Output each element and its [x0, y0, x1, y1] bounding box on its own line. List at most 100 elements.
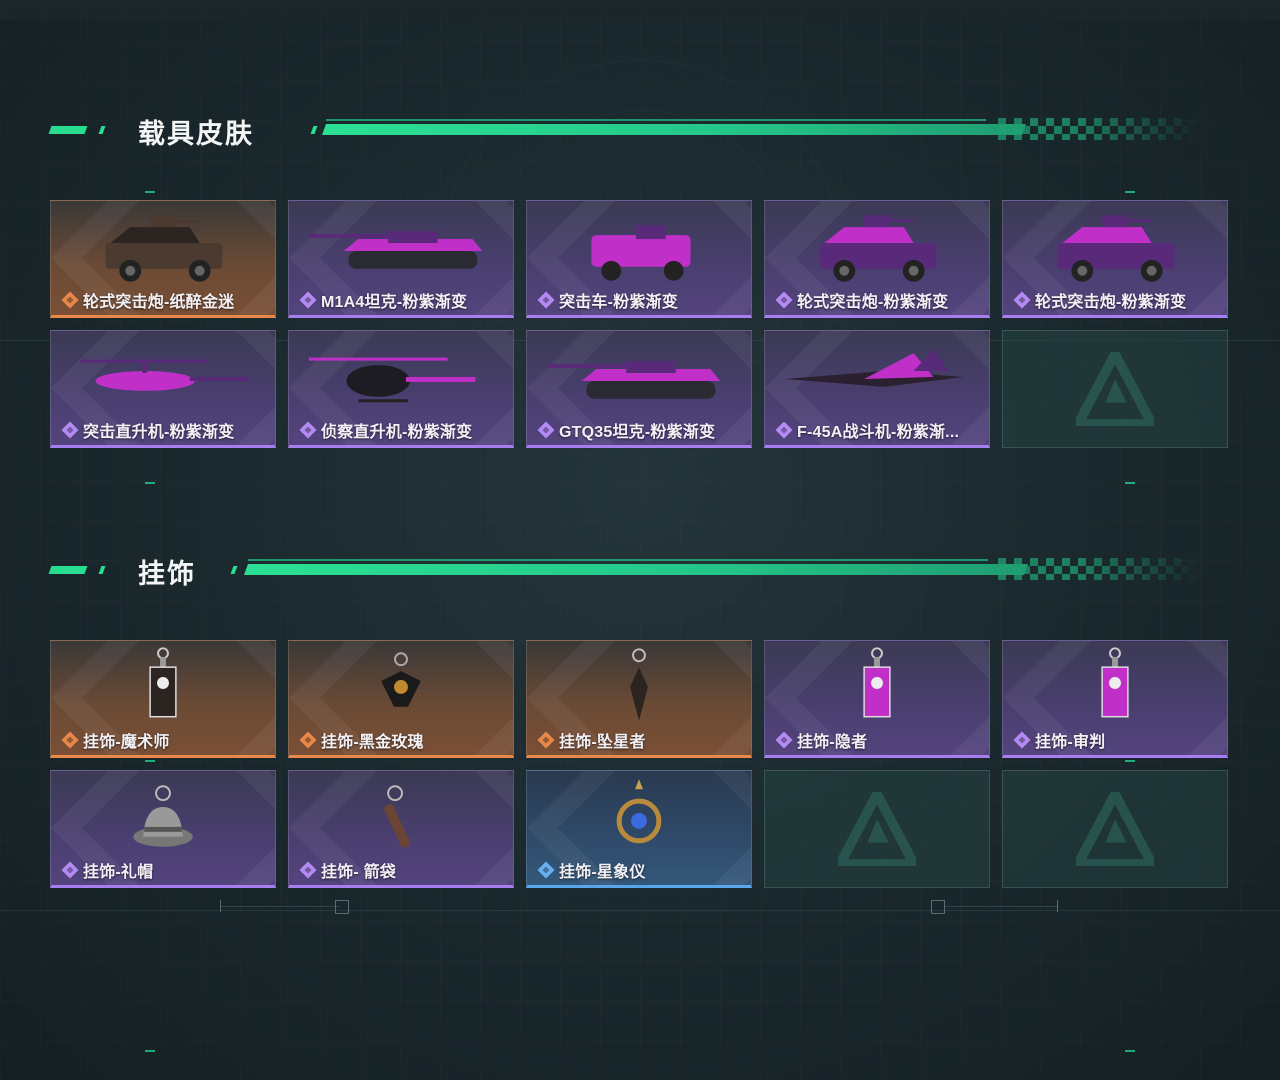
item-label: 挂饰-星象仪 [559, 864, 646, 881]
item-label: M1A4坦克-粉紫渐变 [321, 294, 468, 311]
tarot-card-charm-icon [1101, 647, 1129, 718]
item-card[interactable]: 轮式突击炮-粉紫渐变 [764, 200, 990, 318]
header-bar [321, 124, 1027, 135]
card-label-row: F-45A战斗机-粉紫渐... [775, 420, 959, 441]
header-thin-line [248, 559, 988, 561]
section-header-vehicle-skins: 载具皮肤 [48, 116, 1200, 149]
item-card[interactable]: 挂饰-审判 [1002, 640, 1228, 758]
card-label-row: 轮式突击炮-粉紫渐变 [775, 290, 949, 311]
card-label-row: 挂饰-魔术师 [61, 730, 170, 751]
rarity-diamond-icon [299, 291, 317, 309]
item-card[interactable]: 突击车-粉紫渐变 [526, 200, 752, 318]
bottom-tick [1057, 900, 1058, 912]
empty-slot-logo-icon [1076, 352, 1154, 426]
item-card[interactable]: 突击直升机-粉紫渐变 [50, 330, 276, 448]
item-card[interactable]: 挂饰-魔术师 [50, 640, 276, 758]
item-label: 轮式突击炮-纸醉金迷 [83, 294, 235, 311]
item-card[interactable]: F-45A战斗机-粉紫渐... [764, 330, 990, 448]
fighter-jet-icon [784, 349, 964, 387]
item-card[interactable]: 轮式突击炮-粉紫渐变 [1002, 200, 1228, 318]
header-checker-pattern [990, 558, 1200, 580]
empty-slot-logo-icon [838, 792, 916, 866]
item-label: 挂饰-审判 [1035, 734, 1106, 751]
item-label: GTQ35坦克-粉紫渐变 [559, 424, 716, 441]
section-title: 载具皮肤 [138, 119, 254, 149]
card-label-row: 轮式突击炮-粉紫渐变 [1013, 290, 1187, 311]
empty-slot[interactable] [764, 770, 990, 888]
top-hat-charm-icon [133, 785, 193, 847]
header-thin-line [326, 119, 986, 121]
rarity-diamond-icon [299, 421, 317, 439]
tank-icon [546, 361, 721, 399]
scout-helicopter-icon [308, 357, 476, 403]
rarity-diamond-icon [61, 861, 79, 879]
section-title: 挂饰 [138, 559, 196, 589]
rarity-diamond-icon [61, 291, 79, 309]
item-card[interactable]: 挂饰-礼帽 [50, 770, 276, 888]
item-card[interactable]: 挂饰- 箭袋 [288, 770, 514, 888]
header-checker-pattern [990, 118, 1200, 140]
rarity-diamond-icon [61, 421, 79, 439]
corner-tick [145, 1050, 155, 1052]
empty-slot-logo-icon [1076, 792, 1154, 866]
card-label-row: 突击车-粉紫渐变 [537, 290, 678, 311]
rarity-diamond-icon [537, 421, 555, 439]
item-card[interactable]: 挂饰-坠星者 [526, 640, 752, 758]
tank-icon [308, 231, 483, 269]
item-label: 挂饰-坠星者 [559, 734, 646, 751]
header-dash [98, 566, 106, 574]
item-label: 挂饰- 箭袋 [321, 864, 396, 881]
corner-tick [145, 191, 155, 193]
corner-tick [145, 760, 155, 762]
item-card[interactable]: 轮式突击炮-纸醉金迷 [50, 200, 276, 318]
item-card[interactable]: 挂饰-隐者 [764, 640, 990, 758]
item-card[interactable]: 挂饰-星象仪 [526, 770, 752, 888]
rarity-diamond-icon [61, 731, 79, 749]
rose-charm-icon [381, 652, 421, 707]
crystal-charm-icon [630, 648, 648, 721]
item-label: 挂饰-隐者 [797, 734, 868, 751]
empty-slot[interactable] [1002, 330, 1228, 448]
bottom-line [944, 906, 1058, 907]
card-label-row: 挂饰-审判 [1013, 730, 1106, 751]
quiver-charm-icon [383, 785, 411, 848]
bottom-line [220, 906, 340, 907]
item-card[interactable]: M1A4坦克-粉紫渐变 [288, 200, 514, 318]
card-label-row: 挂饰- 箭袋 [299, 860, 396, 881]
header-dash [310, 126, 318, 134]
item-card[interactable]: 侦察直升机-粉紫渐变 [288, 330, 514, 448]
background-line [0, 910, 1280, 911]
item-label: 突击直升机-粉紫渐变 [83, 424, 235, 441]
empty-slot[interactable] [1002, 770, 1228, 888]
rarity-diamond-icon [775, 421, 793, 439]
corner-tick [145, 482, 155, 484]
corner-tick [1125, 1050, 1135, 1052]
item-card[interactable]: 挂饰-黑金玫瑰 [288, 640, 514, 758]
tarot-card-charm-icon [863, 647, 891, 718]
card-label-row: 挂饰-星象仪 [537, 860, 646, 881]
card-label-row: 挂饰-礼帽 [61, 860, 153, 881]
card-label-row: M1A4坦克-粉紫渐变 [299, 290, 468, 311]
header-dash [48, 126, 88, 134]
rarity-diamond-icon [1013, 731, 1031, 749]
item-card[interactable]: GTQ35坦克-粉紫渐变 [526, 330, 752, 448]
rarity-diamond-icon [775, 731, 793, 749]
wheeled-assault-gun-icon [1057, 215, 1175, 282]
rarity-diamond-icon [775, 291, 793, 309]
astrolabe-charm-icon [616, 779, 662, 844]
rarity-diamond-icon [1013, 291, 1031, 309]
item-label: 挂饰-黑金玫瑰 [321, 734, 424, 751]
attack-helicopter-icon [80, 359, 250, 391]
card-label-row: 轮式突击炮-纸醉金迷 [61, 290, 235, 311]
bottom-square [335, 900, 349, 914]
item-label: 轮式突击炮-粉紫渐变 [797, 294, 949, 311]
wheeled-assault-gun-icon [105, 215, 223, 282]
item-label: 轮式突击炮-粉紫渐变 [1035, 294, 1187, 311]
rarity-diamond-icon [537, 861, 555, 879]
item-label: 挂饰-魔术师 [83, 734, 170, 751]
header-bar [243, 564, 1029, 575]
corner-tick [1125, 760, 1135, 762]
card-label-row: GTQ35坦克-粉紫渐变 [537, 420, 716, 441]
corner-tick [1125, 482, 1135, 484]
header-dash [48, 566, 88, 574]
